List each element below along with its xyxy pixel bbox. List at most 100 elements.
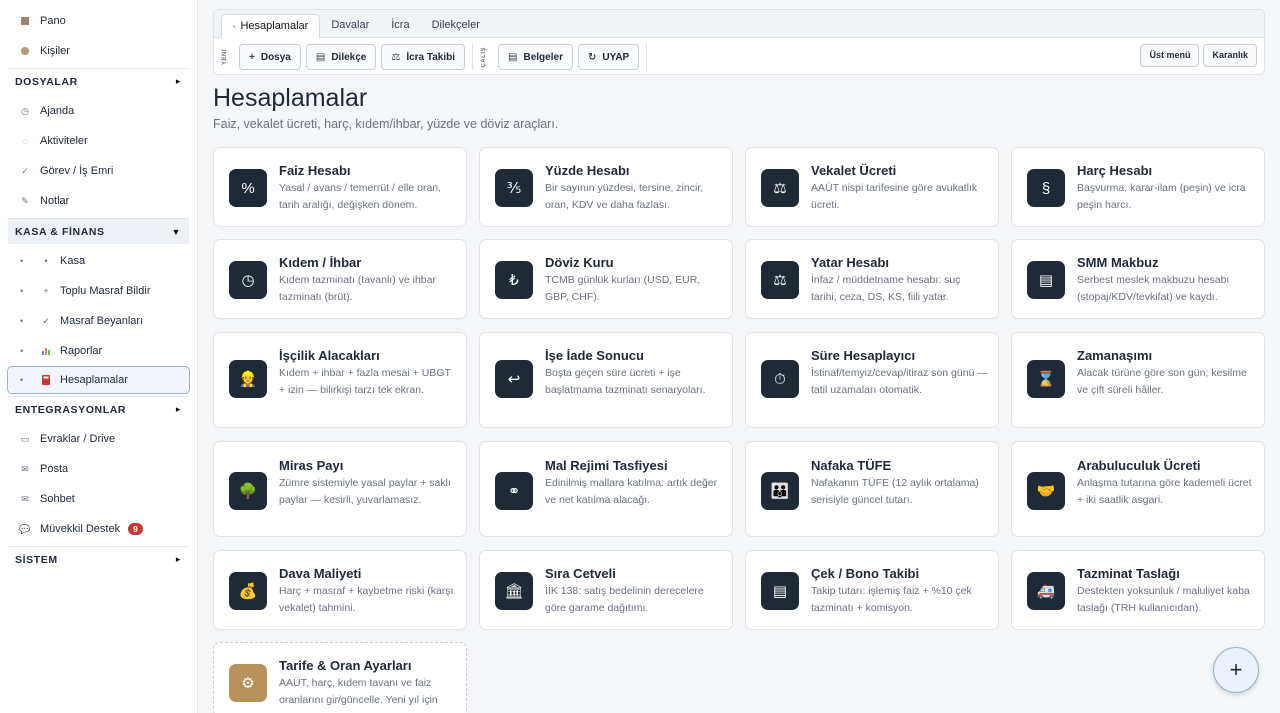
calc-card-5[interactable]: ₺ Döviz Kuru TCMB günlük kurları (USD, EUR… <box>479 239 733 319</box>
card-title: Sıra Cetveli <box>545 566 616 581</box>
check-icon: ✓ <box>21 165 29 176</box>
calc-card-1[interactable]: ⅗ Yüzde Hesabı Bir sayının yüzdesi, tersin… <box>479 147 733 227</box>
sidebar-item-notlar[interactable]: ✎ Notlar <box>0 186 197 216</box>
calc-card-7[interactable]: ▤ SMM Makbuz Serbest meslek makbuzu hesabı… <box>1011 239 1265 319</box>
calc-card-11[interactable]: ⌛ Zamanaşımı Alacak türüne göre son gün; k… <box>1011 332 1265 428</box>
new-icra-takibi-button[interactable]: ⚖ İcra Takibi <box>381 44 466 70</box>
calc-card-15[interactable]: 🤝 Arabuluculuk Ücreti Anlaşma tutarına gör… <box>1011 441 1265 537</box>
section-entegrasyonlar[interactable]: ENTEGRASYONLAR ▸ <box>8 396 189 422</box>
group-label-yeni: YENİ <box>222 48 228 65</box>
chevron-right-icon: ▸ <box>175 404 181 414</box>
sidebar-item-kisiler[interactable]: Kişiler <box>0 36 197 66</box>
return-icon: ↩ <box>495 360 533 398</box>
section-dosyalar[interactable]: DOSYALAR ▸ <box>8 68 189 94</box>
bullet-icon: • <box>20 286 24 296</box>
sidebar-item-kasa[interactable]: • • Kasa <box>0 246 197 276</box>
document-icon: ▤ <box>315 51 326 63</box>
card-title: Zamanaşımı <box>1077 348 1153 363</box>
check-icon: ✓ <box>42 315 50 326</box>
calc-card-2[interactable]: ⚖ Vekalet Ücreti AAÜT nispi tarifesine gör… <box>745 147 999 227</box>
card-description: Boşta geçen süre ücreti + işe başlatmama… <box>545 367 706 396</box>
calc-card-13[interactable]: ⚭ Mal Rejimi Tasfiyesi Edinilmiş mallara k… <box>479 441 733 537</box>
section-sistem[interactable]: SİSTEM ▸ <box>8 546 189 572</box>
calc-card-6[interactable]: ⚖ Yatar Hesabı İnfaz / müddetname hesabı: … <box>745 239 999 319</box>
sidebar-item-posta[interactable]: ✉ Posta <box>0 454 197 484</box>
page-title: Hesaplamalar <box>213 84 368 112</box>
ambulance-icon: 🚑 <box>1027 572 1065 610</box>
calc-card-3[interactable]: § Harç Hesabı Başvurma, karar-ilam (peşin)… <box>1011 147 1265 227</box>
chevron-right-icon: ▸ <box>175 76 181 86</box>
card-title: Yatar Hesabı <box>811 255 890 270</box>
chevron-down-icon: ▼ <box>171 226 181 237</box>
top-menu-button[interactable]: Üst menü <box>1140 44 1200 67</box>
calc-card-18[interactable]: ▤ Çek / Bono Takibi Takip tutarı: işlemiş … <box>745 550 999 630</box>
sidebar-item-toplu-masraf[interactable]: • + Toplu Masraf Bildir <box>0 276 197 306</box>
card-description: Başvurma, karar-ilam (peşin) ve icra peş… <box>1077 182 1246 211</box>
calc-card-12[interactable]: 🌳 Miras Payı Zümre sistemiyle yasal paylar… <box>213 441 467 537</box>
sidebar-item-gorev[interactable]: ✓ Görev / İş Emri <box>0 156 197 186</box>
calc-card-10[interactable]: ⏱ Süre Hesaplayıcı İstinaf/temyiz/cevap/it… <box>745 332 999 428</box>
sidebar-item-ajanda[interactable]: ◷ Ajanda <box>0 96 197 126</box>
bullet-icon: • <box>233 24 236 31</box>
calc-card-14[interactable]: 👪 Nafaka TÜFE Nafakanın TÜFE (12 aylık ort… <box>745 441 999 537</box>
card-description: Zümre sistemiyle yasal paylar + saklı pa… <box>279 477 451 506</box>
add-fab-button[interactable]: + <box>1213 647 1259 693</box>
new-dosya-button[interactable]: + Dosya <box>239 44 301 70</box>
scales-icon: ⚖ <box>391 51 401 63</box>
stopwatch-icon: ⏱ <box>761 360 799 398</box>
sidebar-item-evraklar[interactable]: ▭ Evraklar / Drive <box>0 424 197 454</box>
mail-icon: ✉ <box>21 463 29 474</box>
tab-icra[interactable]: İcra <box>380 14 420 37</box>
bullet-icon: • <box>20 375 24 385</box>
section-kasa-finans[interactable]: KASA & FİNANS ▼ <box>8 218 189 244</box>
new-dilekce-button[interactable]: ▤ Dilekçe <box>305 44 377 70</box>
calc-card-9[interactable]: ↩ İşe İade Sonucu Boşta geçen süre ücreti … <box>479 332 733 428</box>
worker-icon: 👷 <box>229 360 267 398</box>
card-description: Harç + masraf + kaybetme riski (karşı ve… <box>279 585 454 614</box>
sidebar-item-pano[interactable]: Pano <box>0 6 197 36</box>
calc-card-20[interactable]: ⚙ Tarife & Oran Ayarları AAÜT, harç, kıdem… <box>213 642 467 713</box>
tab-dilekceler[interactable]: Dilekçeler <box>421 14 491 37</box>
calc-card-17[interactable]: 🏛 Sıra Cetveli İİK 138: satış bedelinin de… <box>479 550 733 630</box>
lira-icon: ₺ <box>495 261 533 299</box>
card-title: Nafaka TÜFE <box>811 458 892 473</box>
dot-icon: • <box>44 256 48 266</box>
sidebar-item-sohbet[interactable]: ✉ Sohbet <box>0 484 197 514</box>
rings-icon: ⚭ <box>495 472 533 510</box>
card-description: Bir sayının yüzdesi, tersine, zincir, or… <box>545 182 704 211</box>
card-title: Çek / Bono Takibi <box>811 566 920 581</box>
chat-icon: ✉ <box>21 493 29 504</box>
calc-card-4[interactable]: ◷ Kıdem / İhbar Kıdem tazminatı (tavanlı) … <box>213 239 467 319</box>
sidebar-item-aktiviteler[interactable]: ◌ Aktiviteler <box>0 126 197 156</box>
activity-icon: ◌ <box>22 136 28 146</box>
bullet-icon: • <box>20 316 24 326</box>
plus-icon: + <box>43 286 49 296</box>
divider <box>472 44 474 70</box>
sidebar-item-muvekkil-destek[interactable]: 💬 Müvekkil Destek 9 <box>0 514 197 544</box>
card-title: Dava Maliyeti <box>279 566 362 581</box>
sidebar-item-hesaplamalar[interactable]: • Hesaplamalar <box>7 366 190 394</box>
calc-card-8[interactable]: 👷 İşçilik Alacakları Kıdem + ihbar + fazla… <box>213 332 467 428</box>
tab-davalar[interactable]: Davalar <box>320 14 380 37</box>
family-icon: 👪 <box>761 472 799 510</box>
card-title: Faiz Hesabı <box>279 163 351 178</box>
calc-card-16[interactable]: 💰 Dava Maliyeti Harç + masraf + kaybetme r… <box>213 550 467 630</box>
clock-icon: ◷ <box>21 105 29 116</box>
calc-card-19[interactable]: 🚑 Tazminat Taslağı Destekten yoksunluk / m… <box>1011 550 1265 630</box>
card-title: İşçilik Alacakları <box>279 348 380 363</box>
sidebar-item-raporlar[interactable]: • Raporlar <box>0 336 197 366</box>
handshake-icon: 🤝 <box>1027 472 1065 510</box>
calc-card-0[interactable]: % Faiz Hesabı Yasal / avans / temerrüt / e… <box>213 147 467 227</box>
card-title: Tarife & Oran Ayarları <box>279 658 412 673</box>
uyap-button[interactable]: ↻ UYAP <box>577 44 640 70</box>
card-title: Tazminat Taslağı <box>1077 566 1180 581</box>
bullet-icon: • <box>20 346 24 356</box>
belgeler-button[interactable]: ▤ Belgeler <box>498 44 573 70</box>
card-description: Serbest meslek makbuzu hesabı (stopaj/KD… <box>1077 274 1230 303</box>
tab-hesaplamalar[interactable]: • Hesaplamalar <box>221 14 321 38</box>
card-title: Mal Rejimi Tasfiyesi <box>545 458 668 473</box>
sidebar-item-masraf-beyanlari[interactable]: • ✓ Masraf Beyanları <box>0 306 197 336</box>
receipt-icon: ▤ <box>1027 261 1065 299</box>
dark-mode-button[interactable]: Karanlık <box>1203 44 1257 67</box>
scales-icon: ⚖ <box>761 169 799 207</box>
